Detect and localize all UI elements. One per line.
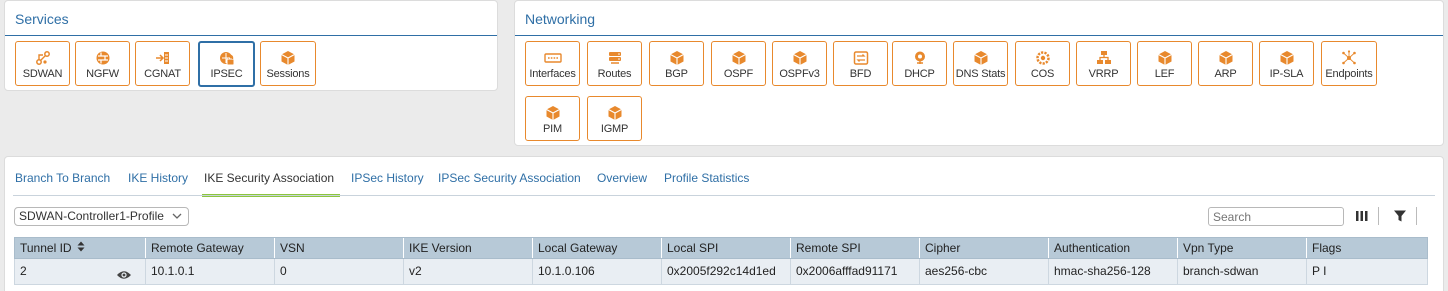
tile-dns-stats[interactable]: DNS Stats [953, 41, 1008, 86]
tile-bfd[interactable]: BFD [833, 41, 888, 86]
tile-ospf[interactable]: OSPF [711, 41, 766, 86]
tab-profile-statistics[interactable]: Profile Statistics [664, 171, 749, 185]
tab-branch-to-branch[interactable]: Branch To Branch [15, 171, 110, 185]
column-header-cipher[interactable]: Cipher [919, 238, 1048, 258]
tab-ipsec-security-association[interactable]: IPSec Security Association [438, 171, 581, 185]
tile-igmp[interactable]: IGMP [587, 96, 642, 141]
tab-overview[interactable]: Overview [597, 171, 647, 185]
tile-ngfw[interactable]: NGFW [75, 41, 130, 86]
tile-label: Sessions [266, 68, 310, 80]
tile-label: BGP [665, 68, 688, 80]
cell-local-spi: 0x2005f292c14d1ed [661, 259, 790, 284]
tile-routes[interactable]: Routes [587, 41, 642, 86]
tile-sessions[interactable]: Sessions [260, 41, 316, 86]
toolbar-separator [1416, 207, 1417, 225]
profile-select-value: SDWAN-Controller1-Profile [19, 209, 164, 223]
table-row[interactable]: 2 10.1.0.1 0 v2 10.1.0.106 0x2005f292c14… [14, 259, 1428, 285]
tab-ike-history[interactable]: IKE History [128, 171, 188, 185]
cell-vsn: 0 [274, 259, 403, 284]
networking-panel: Networking Interfaces Routes BGP OSPF OS… [514, 0, 1444, 146]
column-header-vsn[interactable]: VSN [274, 238, 403, 258]
tile-label: SDWAN [22, 68, 63, 80]
divider [13, 195, 1435, 196]
tile-cos[interactable]: COS [1015, 41, 1070, 86]
networking-title: Networking [525, 11, 596, 27]
search-input[interactable] [1208, 207, 1344, 226]
tile-pim[interactable]: PIM [525, 96, 580, 141]
services-title: Services [15, 11, 69, 27]
tile-vrrp[interactable]: VRRP [1076, 41, 1131, 86]
cell-vpn-type: branch-sdwan [1177, 259, 1306, 284]
column-header-label: Tunnel ID [20, 241, 72, 255]
cell-ike-version: v2 [403, 259, 532, 284]
tile-ipsec[interactable]: IPSEC [198, 41, 255, 87]
tile-label: IGMP [600, 123, 629, 135]
column-header-vpn-type[interactable]: Vpn Type [1177, 238, 1306, 258]
tile-label: Routes [597, 68, 632, 80]
tile-ip-sla[interactable]: IP-SLA [1259, 41, 1314, 86]
toolbar-separator [1378, 207, 1379, 225]
tile-label: VRRP [1088, 68, 1119, 80]
column-header-local-gateway[interactable]: Local Gateway [532, 238, 661, 258]
tile-arp[interactable]: ARP [1198, 41, 1253, 86]
divider [5, 35, 497, 36]
column-header-local-spi[interactable]: Local SPI [661, 238, 790, 258]
divider [515, 35, 1443, 36]
profile-select[interactable]: SDWAN-Controller1-Profile [14, 207, 189, 226]
tile-cgnat[interactable]: CGNAT [135, 41, 190, 86]
tile-lef[interactable]: LEF [1137, 41, 1192, 86]
column-header-ike-version[interactable]: IKE Version [403, 238, 532, 258]
column-header-remote-gateway[interactable]: Remote Gateway [145, 238, 274, 258]
table-header-row: Tunnel ID Remote Gateway VSN IKE Version… [14, 237, 1428, 259]
tile-endpoints[interactable]: Endpoints [1321, 41, 1377, 86]
tab-ike-security-association[interactable]: IKE Security Association [204, 171, 334, 185]
cell-local-gateway: 10.1.0.106 [532, 259, 661, 284]
tile-label: OSPF [723, 68, 754, 80]
tab-ipsec-history[interactable]: IPSec History [351, 171, 424, 185]
services-panel: Services SDWAN NGFW CGNAT IPSEC Sessions [4, 0, 498, 91]
column-header-flags[interactable]: Flags [1306, 238, 1429, 258]
tile-label: Interfaces [529, 68, 576, 80]
cell-flags: P I [1306, 259, 1429, 284]
cell-tunnel-id: 2 [15, 259, 145, 284]
tile-label: COS [1030, 68, 1055, 80]
tile-label: NGFW [86, 68, 119, 80]
tile-label: DHCP [904, 68, 935, 80]
tile-ospfv3[interactable]: OSPFv3 [772, 41, 827, 86]
tile-label: IP-SLA [1269, 68, 1304, 80]
ipsec-details-panel: Branch To Branch IKE History IKE Securit… [4, 156, 1444, 291]
eye-icon[interactable] [116, 265, 132, 290]
cell-remote-spi: 0x2006afffad91171 [790, 259, 919, 284]
tile-interfaces[interactable]: Interfaces [525, 41, 580, 86]
tile-label: PIM [543, 123, 562, 135]
cell-authentication: hmac-sha256-128 [1048, 259, 1177, 284]
column-header-authentication[interactable]: Authentication [1048, 238, 1177, 258]
tile-dhcp[interactable]: DHCP [892, 41, 947, 86]
chevron-down-icon [172, 210, 182, 227]
columns-icon[interactable] [1355, 209, 1369, 226]
tile-label: OSPFv3 [779, 68, 820, 80]
column-header-remote-spi[interactable]: Remote SPI [790, 238, 919, 258]
tile-label: Endpoints [1325, 68, 1373, 80]
tile-label: LEF [1154, 68, 1175, 80]
tile-label: ARP [1214, 68, 1237, 80]
filter-icon[interactable] [1393, 209, 1407, 226]
cell-cipher: aes256-cbc [919, 259, 1048, 284]
cell-remote-gateway: 10.1.0.1 [145, 259, 274, 284]
sort-icon[interactable] [77, 238, 85, 259]
tile-label: BFD [849, 68, 872, 80]
tile-sdwan[interactable]: SDWAN [15, 41, 70, 86]
tile-label: CGNAT [144, 68, 181, 80]
cell-value: 2 [20, 264, 27, 278]
column-header-tunnel-id[interactable]: Tunnel ID [15, 238, 145, 258]
tile-label: IPSEC [210, 68, 243, 80]
tile-bgp[interactable]: BGP [649, 41, 704, 86]
tile-label: DNS Stats [955, 68, 1006, 80]
